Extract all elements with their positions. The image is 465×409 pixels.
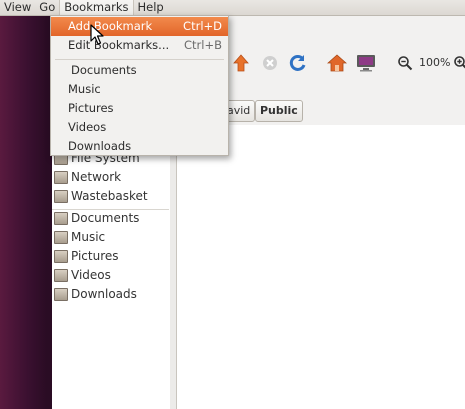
bookmark-item-videos[interactable]: Videos bbox=[51, 118, 228, 137]
edit-bookmarks-item[interactable]: Edit Bookmarks... Ctrl+B bbox=[51, 36, 228, 55]
menu-item-label: Downloads bbox=[68, 139, 132, 153]
sidebar-item-downloads[interactable]: Downloads bbox=[54, 285, 137, 303]
sidebar-item-videos[interactable]: Videos bbox=[54, 266, 111, 284]
network-icon bbox=[54, 170, 68, 184]
menu-item-shortcut: Ctrl+B bbox=[184, 38, 222, 52]
stop-icon bbox=[263, 56, 277, 70]
sidebar-item-network[interactable]: Network bbox=[54, 168, 121, 186]
home-button[interactable] bbox=[326, 52, 348, 74]
sidebar: File System Network Wastebasket Document… bbox=[52, 125, 171, 409]
up-button[interactable] bbox=[230, 52, 252, 74]
zoom-in-icon bbox=[454, 56, 465, 69]
reload-button[interactable] bbox=[287, 52, 309, 74]
arrow-up-icon bbox=[233, 54, 249, 72]
bookmark-item-music[interactable]: Music bbox=[51, 80, 228, 99]
file-view[interactable] bbox=[176, 125, 465, 409]
computer-button[interactable] bbox=[355, 52, 377, 74]
reload-icon bbox=[289, 54, 306, 71]
menu-item-label: Add Bookmark bbox=[68, 19, 153, 33]
sidebar-item-label: Videos bbox=[71, 268, 111, 282]
zoom-out-icon bbox=[398, 56, 413, 71]
menu-view[interactable]: View bbox=[0, 0, 35, 15]
folder-icon bbox=[54, 287, 68, 301]
bookmarks-menu: Add Bookmark Ctrl+D Edit Bookmarks... Ct… bbox=[50, 15, 229, 156]
bookmark-item-documents[interactable]: Documents bbox=[51, 61, 228, 80]
sidebar-item-label: Downloads bbox=[71, 287, 137, 301]
folder-icon bbox=[54, 249, 68, 263]
mouse-cursor-icon bbox=[90, 24, 104, 45]
home-icon bbox=[327, 54, 347, 72]
menu-item-label: Pictures bbox=[68, 101, 114, 115]
zoom-in-button[interactable] bbox=[450, 52, 465, 74]
menu-bookmarks[interactable]: Bookmarks bbox=[59, 0, 134, 15]
menu-item-label: Documents bbox=[71, 63, 137, 77]
sidebar-item-label: Network bbox=[71, 170, 122, 184]
menu-item-shortcut: Ctrl+D bbox=[183, 19, 222, 33]
trash-icon bbox=[54, 189, 68, 203]
sidebar-item-label: Documents bbox=[71, 211, 140, 225]
zoom-out-button[interactable] bbox=[394, 52, 416, 74]
menu-item-label: Videos bbox=[68, 120, 107, 134]
bookmark-item-downloads[interactable]: Downloads bbox=[51, 137, 228, 156]
sidebar-item-label: Music bbox=[71, 230, 106, 244]
path-button-current[interactable]: Public bbox=[255, 100, 303, 122]
folder-icon bbox=[54, 230, 68, 244]
menu-item-label: Edit Bookmarks... bbox=[68, 38, 170, 52]
stop-button[interactable] bbox=[259, 52, 281, 74]
sidebar-item-music[interactable]: Music bbox=[54, 228, 105, 246]
sidebar-item-wastebasket[interactable]: Wastebasket bbox=[54, 187, 148, 205]
menu-go[interactable]: Go bbox=[35, 0, 59, 15]
bookmark-item-pictures[interactable]: Pictures bbox=[51, 99, 228, 118]
sidebar-item-label: Pictures bbox=[71, 249, 119, 263]
sidebar-item-pictures[interactable]: Pictures bbox=[54, 247, 119, 265]
sidebar-item-label: Wastebasket bbox=[71, 189, 148, 203]
sidebar-item-documents[interactable]: Documents bbox=[54, 209, 139, 227]
menu-separator bbox=[55, 59, 224, 60]
add-bookmark-item[interactable]: Add Bookmark Ctrl+D bbox=[51, 17, 228, 36]
folder-icon bbox=[54, 211, 68, 225]
zoom-level: 100% bbox=[419, 56, 451, 69]
menu-help[interactable]: Help bbox=[134, 0, 168, 15]
folder-icon bbox=[54, 268, 68, 282]
computer-icon bbox=[357, 55, 375, 72]
menu-bar: View Go Bookmarks Help bbox=[0, 0, 465, 16]
menu-item-label: Music bbox=[68, 82, 101, 96]
